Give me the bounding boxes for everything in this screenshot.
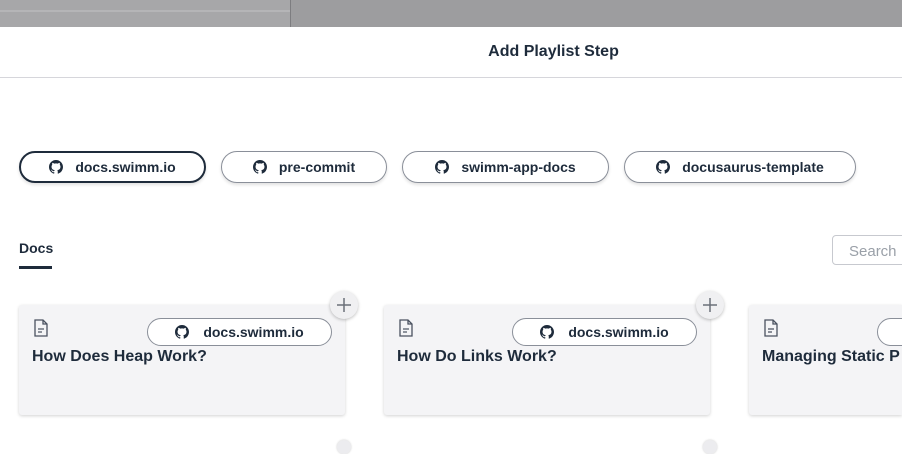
github-icon <box>540 325 555 339</box>
card-repo-badge: docs.swimm.io <box>512 318 697 346</box>
add-step-button[interactable] <box>330 291 358 319</box>
repo-pill-pre-commit[interactable]: pre-commit <box>221 151 387 183</box>
dialog-title: Add Playlist Step <box>488 43 619 60</box>
repo-pill-docs-swimm-io[interactable]: docs.swimm.io <box>19 151 206 183</box>
github-icon <box>656 160 671 174</box>
plus-icon <box>337 298 351 312</box>
dialog-header: Add Playlist Step <box>0 27 902 78</box>
add-step-button-next-row[interactable] <box>337 440 351 454</box>
background-app-bar <box>0 0 902 27</box>
sidebar-stripe <box>0 10 290 12</box>
github-icon <box>175 325 190 339</box>
tab-docs[interactable]: Docs <box>19 240 53 256</box>
background-sidebar <box>0 0 291 27</box>
card-title: How Does Heap Work? <box>32 348 207 365</box>
plus-icon <box>703 298 717 312</box>
card-title: How Do Links Work? <box>397 348 557 365</box>
repo-pill-docusaurus-template[interactable]: docusaurus-template <box>624 151 856 183</box>
search-input[interactable]: Search <box>832 235 902 265</box>
tab-active-indicator <box>19 266 52 269</box>
github-icon <box>435 160 450 174</box>
doc-card[interactable]: docs.swimm.io How Does Heap Work? <box>19 305 345 415</box>
github-icon <box>49 160 64 174</box>
repo-pill-label: swimm-app-docs <box>461 159 576 175</box>
card-repo-label: docs.swimm.io <box>568 324 669 340</box>
add-step-button[interactable] <box>696 291 724 319</box>
repo-pill-label: docs.swimm.io <box>75 159 176 175</box>
card-repo-badge: docs.swimm.io <box>147 318 332 346</box>
repo-pill-swimm-app-docs[interactable]: swimm-app-docs <box>402 151 609 183</box>
doc-card[interactable]: Managing Static P <box>749 305 902 415</box>
repo-pill-label: pre-commit <box>278 159 356 175</box>
document-icon <box>764 319 778 337</box>
card-repo-label: docs.swimm.io <box>203 324 304 340</box>
doc-card[interactable]: docs.swimm.io How Do Links Work? <box>384 305 710 415</box>
document-icon <box>399 319 413 337</box>
add-step-button-next-row[interactable] <box>703 440 717 454</box>
document-icon <box>34 319 48 337</box>
github-icon <box>252 160 267 174</box>
card-repo-badge <box>877 318 902 346</box>
card-title: Managing Static P <box>762 348 900 365</box>
repo-pill-label: docusaurus-template <box>682 159 824 175</box>
